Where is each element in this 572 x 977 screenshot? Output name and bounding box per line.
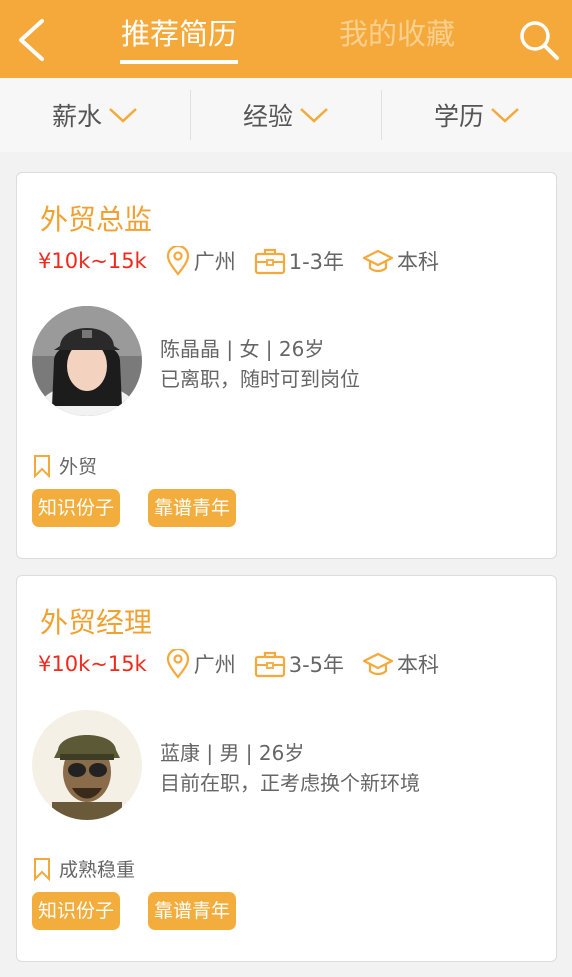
filter-experience-label: 经验 xyxy=(242,102,293,131)
industry-tag: 成熟稳重 xyxy=(33,855,135,882)
filter-education-label: 学历 xyxy=(433,102,484,131)
industry-tag: 外贸 xyxy=(33,452,97,479)
graduation-cap-icon xyxy=(362,652,394,676)
education: 本科 xyxy=(362,246,439,276)
trait-chip: 靠谱青年 xyxy=(148,892,237,930)
avatar xyxy=(32,710,142,820)
location: 广州 xyxy=(165,649,236,679)
city: 广州 xyxy=(193,653,236,677)
briefcase-icon xyxy=(254,651,285,678)
briefcase-icon xyxy=(254,248,285,275)
candidate-status: 已离职，随时可到岗位 xyxy=(160,367,360,391)
salary: ¥10k~15k xyxy=(38,249,147,273)
experience-years: 3-5年 xyxy=(288,653,345,677)
resume-card[interactable]: 外贸经理 ¥10k~15k 广州 3-5年 本科 蓝康 | 男 | 26岁 目前… xyxy=(16,575,557,962)
tab-my-favorites[interactable]: 我的收藏 xyxy=(339,14,455,54)
bookmark-icon xyxy=(34,857,50,881)
job-title: 外贸总监 xyxy=(40,203,153,236)
avatar xyxy=(32,306,142,416)
back-arrow-icon[interactable] xyxy=(12,18,52,62)
location-pin-icon xyxy=(166,649,189,679)
candidate-profile: 陈晶晶 | 女 | 26岁 xyxy=(160,337,325,361)
education-level: 本科 xyxy=(397,250,440,274)
filter-salary[interactable]: 薪水 xyxy=(0,78,190,152)
job-title: 外贸经理 xyxy=(40,606,153,639)
job-meta: ¥10k~15k 广州 3-5年 本科 xyxy=(38,649,439,679)
job-meta: ¥10k~15k 广州 1-3年 本科 xyxy=(38,246,439,276)
filter-salary-label: 薪水 xyxy=(51,102,102,131)
resume-card[interactable]: 外贸总监 ¥10k~15k 广州 1-3年 本科 陈晶晶 | 女 | 26岁 已… xyxy=(16,172,557,559)
bookmark-icon xyxy=(34,454,50,478)
chevron-down-icon xyxy=(491,108,519,123)
chevron-down-icon xyxy=(300,108,328,123)
education-level: 本科 xyxy=(397,653,440,677)
education: 本科 xyxy=(362,649,439,679)
trait-chip: 知识份子 xyxy=(32,489,121,527)
filter-experience[interactable]: 经验 xyxy=(191,78,381,152)
experience: 3-5年 xyxy=(254,649,344,679)
salary: ¥10k~15k xyxy=(38,652,147,676)
top-app-bar: 推荐简历 我的收藏 xyxy=(0,0,572,78)
filter-education[interactable]: 学历 xyxy=(382,78,572,152)
chevron-down-icon xyxy=(109,108,137,123)
experience-years: 1-3年 xyxy=(288,250,345,274)
industry-label: 外贸 xyxy=(59,456,98,478)
location: 广州 xyxy=(165,246,236,276)
trait-chip: 靠谱青年 xyxy=(148,489,237,527)
candidate-status: 目前在职，正考虑换个新环境 xyxy=(160,771,420,795)
filter-bar: 薪水 经验 学历 xyxy=(0,78,572,152)
experience: 1-3年 xyxy=(254,246,344,276)
trait-chip: 知识份子 xyxy=(32,892,121,930)
tab-recommended-resumes[interactable]: 推荐简历 xyxy=(121,14,237,54)
industry-label: 成熟稳重 xyxy=(59,859,136,881)
graduation-cap-icon xyxy=(362,249,394,273)
candidate-profile: 蓝康 | 男 | 26岁 xyxy=(160,741,305,765)
search-icon[interactable] xyxy=(518,19,560,61)
location-pin-icon xyxy=(166,246,189,276)
active-tab-indicator xyxy=(120,60,238,64)
city: 广州 xyxy=(193,250,236,274)
